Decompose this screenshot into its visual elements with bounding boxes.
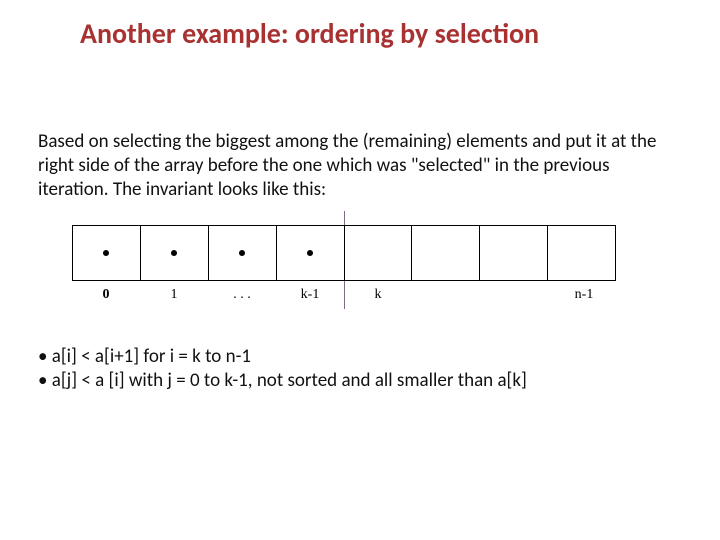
index-label-1: 1 — [171, 287, 178, 303]
dot-icon — [307, 250, 313, 256]
bullet-item: • a[j] < a [i] with j = 0 to k-1, not so… — [38, 369, 682, 393]
array-cell — [277, 226, 345, 280]
array-cell — [141, 226, 209, 280]
invariant-bullets: • a[i] < a[i+1] for i = k to n-1 • a[j] … — [38, 345, 682, 393]
array-cell — [480, 226, 548, 280]
array-cell — [73, 226, 141, 280]
bullet-item: • a[i] < a[i+1] for i = k to n-1 — [38, 345, 682, 369]
dot-icon — [171, 250, 177, 256]
array-cell — [548, 226, 615, 280]
slide: Another example: ordering by selection B… — [0, 0, 720, 540]
array-cell — [412, 226, 480, 280]
index-label-0: 0 — [103, 287, 110, 303]
index-label-dots: . . . — [233, 287, 251, 303]
index-label-n-minus-1: n-1 — [575, 287, 594, 303]
index-label-k-minus-1: k-1 — [301, 287, 320, 303]
array-cell — [209, 226, 277, 280]
slide-title: Another example: ordering by selection — [80, 16, 539, 51]
index-label-k: k — [375, 287, 382, 303]
dot-icon — [239, 250, 245, 256]
intro-paragraph: Based on selecting the biggest among the… — [38, 130, 682, 201]
index-labels: 0 1 . . . k-1 k n-1 — [72, 287, 616, 307]
array-cell — [345, 226, 413, 280]
array-diagram: 0 1 . . . k-1 k n-1 — [72, 225, 616, 325]
dot-icon — [103, 250, 109, 256]
array-boxes — [72, 225, 616, 281]
